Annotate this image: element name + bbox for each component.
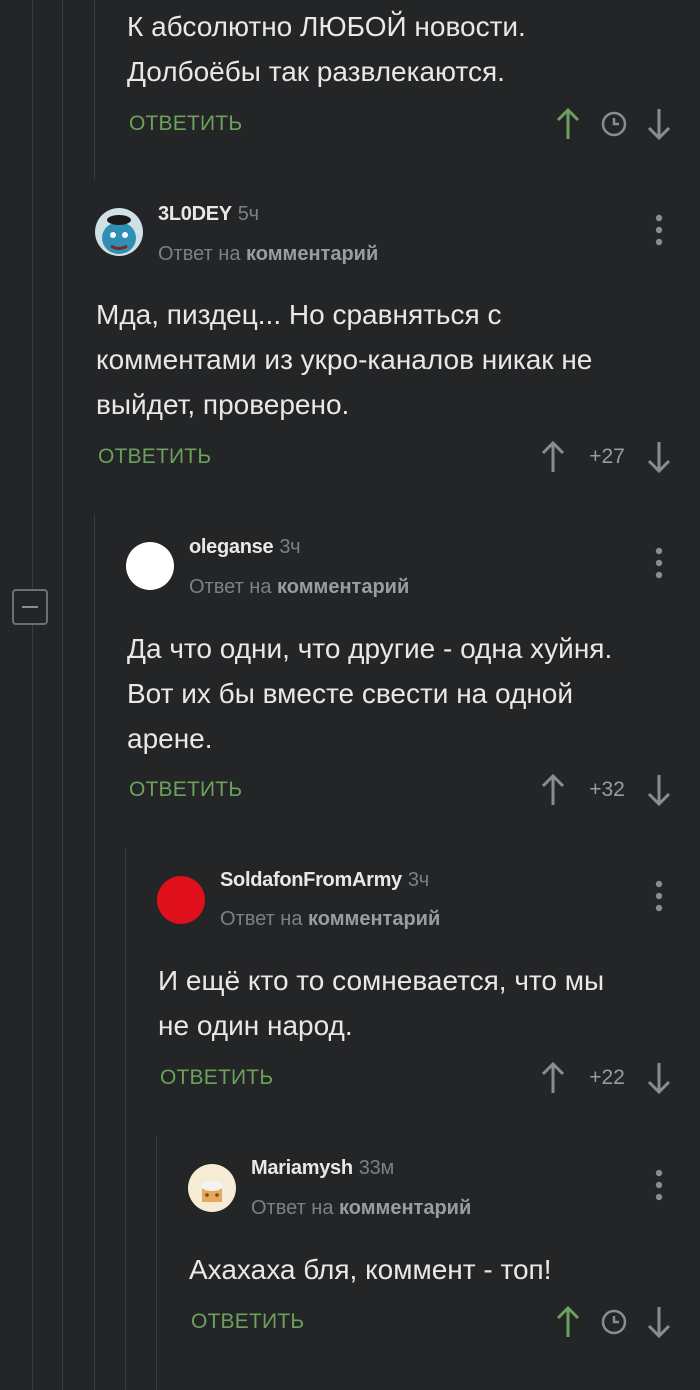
- arrow-down-icon[interactable]: [646, 107, 672, 141]
- reply-button[interactable]: ОТВЕТИТЬ: [129, 778, 242, 802]
- reply-to-prefix: Ответ на: [189, 576, 272, 598]
- comment-text: Ахахаха бля, коммент - топ!: [189, 1254, 552, 1285]
- reply-to-prefix: Ответ на: [251, 1197, 334, 1219]
- arrow-up-icon[interactable]: [540, 1061, 566, 1095]
- arrow-up-icon[interactable]: [555, 1305, 581, 1339]
- reply-to: Ответ на комментарий: [220, 908, 440, 931]
- comment-text: И ещё кто то сомневается, что мы не один…: [158, 965, 605, 1041]
- reply-to-prefix: Ответ на: [220, 908, 303, 930]
- arrow-down-icon[interactable]: [646, 1305, 672, 1339]
- more-vertical-icon[interactable]: [654, 878, 664, 914]
- comment-author[interactable]: oleganse 3ч: [189, 536, 301, 559]
- author-name[interactable]: 3L0DEY: [158, 203, 232, 225]
- reply-to: Ответ на комментарий: [158, 243, 378, 266]
- comment-author[interactable]: 3L0DEY 5ч: [158, 203, 259, 226]
- thread-line: [94, 515, 95, 1390]
- arrow-up-icon[interactable]: [540, 773, 566, 807]
- thread-line: [125, 848, 126, 1390]
- comment-text: Да что одни, что другие - одна хуйня. Во…: [127, 633, 613, 754]
- avatar[interactable]: [188, 1164, 236, 1212]
- comment-rating: +27: [589, 445, 625, 468]
- comment-author[interactable]: Mariamysh 33м: [251, 1157, 394, 1180]
- reply-to-link[interactable]: комментарий: [339, 1197, 471, 1219]
- more-vertical-icon[interactable]: [654, 545, 664, 581]
- comment-time: 33м: [358, 1157, 394, 1179]
- thread-line: [156, 1137, 157, 1390]
- arrow-down-icon[interactable]: [646, 1061, 672, 1095]
- comment-text: Мда, пиздец... Но сравняться с комментам…: [96, 299, 593, 420]
- arrow-down-icon[interactable]: [646, 440, 672, 474]
- comment-time: 3ч: [279, 536, 301, 558]
- author-name[interactable]: Mariamysh: [251, 1157, 353, 1179]
- avatar[interactable]: [126, 542, 174, 590]
- author-name[interactable]: oleganse: [189, 536, 274, 558]
- thread-line: [62, 0, 63, 1390]
- comment-time: 5ч: [237, 203, 259, 225]
- thread-line: [32, 0, 33, 1390]
- thread-line: [94, 0, 95, 180]
- reply-button[interactable]: ОТВЕТИТЬ: [160, 1066, 273, 1090]
- reply-button[interactable]: ОТВЕТИТЬ: [98, 445, 211, 469]
- comment-rating: +32: [589, 778, 625, 801]
- reply-to-link[interactable]: комментарий: [277, 576, 409, 598]
- reply-to-prefix: Ответ на: [158, 243, 241, 265]
- reply-to: Ответ на комментарий: [251, 1197, 471, 1220]
- comment-text: К абсолютно ЛЮБОЙ новости. Долбоёбы так …: [127, 11, 526, 87]
- comment-author[interactable]: SoldafonFromArmy 3ч: [220, 869, 429, 892]
- arrow-up-icon[interactable]: [540, 440, 566, 474]
- clock-icon: [601, 1309, 627, 1335]
- reply-to: Ответ на комментарий: [189, 576, 409, 599]
- arrow-up-icon[interactable]: [555, 107, 581, 141]
- reply-button[interactable]: ОТВЕТИТЬ: [191, 1310, 304, 1334]
- clock-icon: [601, 111, 627, 137]
- reply-to-link[interactable]: комментарий: [246, 243, 378, 265]
- arrow-down-icon[interactable]: [646, 773, 672, 807]
- collapse-thread-button[interactable]: [12, 589, 48, 625]
- reply-button[interactable]: ОТВЕТИТЬ: [129, 112, 242, 136]
- reply-to-link[interactable]: комментарий: [308, 908, 440, 930]
- avatar[interactable]: [157, 876, 205, 924]
- author-name[interactable]: SoldafonFromArmy: [220, 869, 402, 891]
- more-vertical-icon[interactable]: [654, 1167, 664, 1203]
- comment-rating: +22: [589, 1066, 625, 1089]
- more-vertical-icon[interactable]: [654, 212, 664, 248]
- avatar[interactable]: [95, 208, 143, 256]
- comment-time: 3ч: [407, 869, 429, 891]
